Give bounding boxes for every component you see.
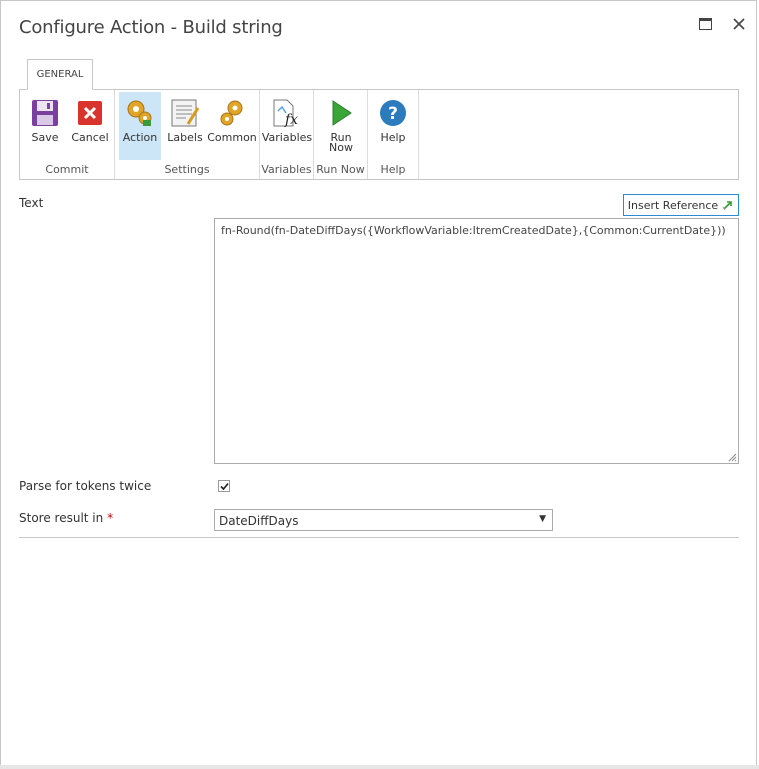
text-label: Text xyxy=(19,196,44,210)
run-now-label: Run Now xyxy=(329,131,353,154)
ribbon-group-run-now: Run Now Run Now xyxy=(314,90,368,179)
dropdown-arrow-icon: ▼ xyxy=(539,514,546,524)
close-icon xyxy=(733,18,745,30)
store-result-select[interactable]: DateDiffDays ▼ xyxy=(214,509,553,531)
common-label: Common xyxy=(207,131,257,144)
action-gears-icon xyxy=(127,100,152,126)
parse-tokens-label: Parse for tokens twice xyxy=(19,479,152,493)
group-label-settings: Settings xyxy=(164,163,210,176)
cancel-button[interactable]: Cancel xyxy=(70,92,110,160)
labels-label: Labels xyxy=(167,131,203,144)
store-result-value: DateDiffDays xyxy=(219,514,299,528)
ribbon-group-commit: Save Cancel Commit xyxy=(20,90,115,179)
cancel-icon xyxy=(78,101,102,125)
variables-label: Variables xyxy=(261,131,313,144)
group-label-run-now: Run Now xyxy=(316,163,365,176)
action-label: Action xyxy=(122,131,158,144)
resize-grip-icon[interactable] xyxy=(728,453,737,462)
configure-action-dialog: Configure Action - Build string GENERAL xyxy=(0,0,757,767)
ribbon-group-settings: Action Labels Common Settings xyxy=(115,90,260,179)
ribbon-group-variables: fx Variables Variables xyxy=(260,90,314,179)
group-label-help: Help xyxy=(380,163,406,176)
text-input-value: fn-Round(fn-DateDiffDays({WorkflowVariab… xyxy=(221,224,726,237)
save-button[interactable]: Save xyxy=(26,92,64,160)
maximize-icon xyxy=(698,18,712,30)
help-label: Help xyxy=(380,131,406,144)
dialog-title: Configure Action - Build string xyxy=(19,17,283,38)
parse-tokens-checkbox[interactable] xyxy=(218,480,230,492)
variables-fx-icon: fx xyxy=(273,99,298,128)
close-button[interactable] xyxy=(728,13,750,35)
group-label-commit: Commit xyxy=(45,163,89,176)
cancel-label: Cancel xyxy=(71,131,109,144)
action-button[interactable]: Action xyxy=(119,92,161,160)
svg-text:?: ? xyxy=(388,104,398,124)
bottom-edge xyxy=(0,765,759,769)
insert-reference-label: Insert Reference xyxy=(627,198,719,212)
required-marker: * xyxy=(107,511,114,525)
store-result-label-text: Store result in xyxy=(19,511,104,525)
run-now-button[interactable]: Run Now xyxy=(322,92,360,160)
common-button[interactable]: Common xyxy=(207,92,257,160)
tab-general[interactable]: GENERAL xyxy=(27,59,93,90)
group-label-variables: Variables xyxy=(261,163,312,176)
help-icon: ? xyxy=(380,100,406,126)
save-icon xyxy=(32,100,58,126)
ribbon: Save Cancel Commit Action Labels Common … xyxy=(19,89,739,180)
labels-icon xyxy=(171,99,200,127)
svg-text:fx: fx xyxy=(284,112,298,128)
run-play-icon xyxy=(332,100,352,126)
insert-reference-button[interactable]: Insert Reference xyxy=(623,194,739,216)
insert-arrow-icon xyxy=(722,201,733,211)
ribbon-group-help: ? Help Help xyxy=(368,90,419,179)
help-button[interactable]: ? Help xyxy=(375,92,411,160)
form-divider xyxy=(19,537,739,538)
save-label: Save xyxy=(31,131,59,144)
text-input[interactable]: fn-Round(fn-DateDiffDays({WorkflowVariab… xyxy=(214,218,739,464)
variables-button[interactable]: fx Variables xyxy=(261,92,313,160)
labels-button[interactable]: Labels xyxy=(163,92,207,160)
checkmark-icon xyxy=(219,482,229,490)
maximize-button[interactable] xyxy=(694,13,716,35)
common-gears-icon xyxy=(220,100,243,126)
store-result-label: Store result in * xyxy=(19,511,113,525)
